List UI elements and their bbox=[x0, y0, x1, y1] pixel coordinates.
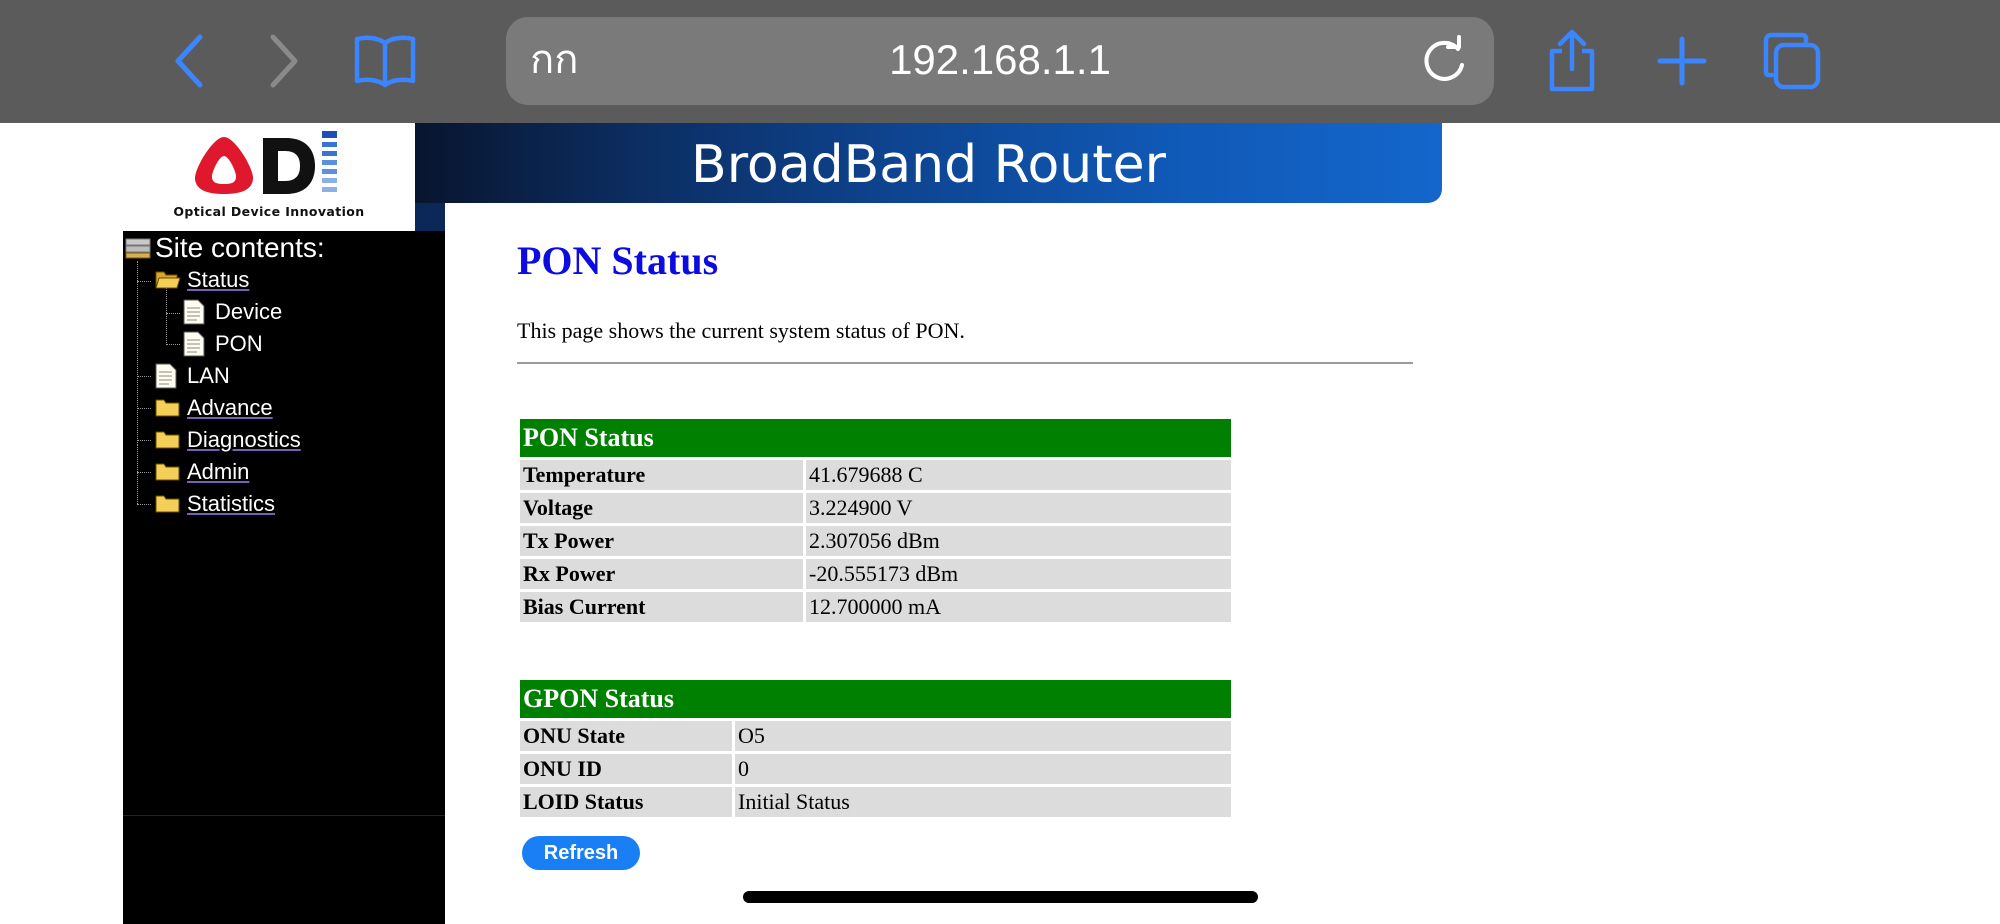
banner-corner-cutout bbox=[445, 203, 485, 233]
back-icon[interactable] bbox=[157, 28, 223, 94]
table-row: LOID Status Initial Status bbox=[520, 787, 1231, 817]
row-label: ONU ID bbox=[520, 754, 732, 784]
main-content: PON Status This page shows the current s… bbox=[445, 231, 1445, 924]
table-row: ONU ID 0 bbox=[520, 754, 1231, 784]
home-indicator[interactable] bbox=[743, 891, 1258, 903]
row-label: Voltage bbox=[520, 493, 803, 523]
sidebar-item-label[interactable]: Statistics bbox=[187, 490, 275, 518]
folder-icon bbox=[155, 399, 180, 417]
site-root-icon bbox=[125, 238, 151, 259]
tree-line bbox=[166, 344, 180, 345]
router-banner: BroadBand Router bbox=[415, 123, 1442, 203]
divider bbox=[517, 362, 1413, 364]
row-label: LOID Status bbox=[520, 787, 732, 817]
sidebar-item-label[interactable]: Diagnostics bbox=[187, 426, 301, 454]
row-value: 12.700000 mA bbox=[806, 592, 1231, 622]
sidebar-item-label[interactable]: Status bbox=[187, 266, 249, 294]
logo-caption: Optical Device Innovation bbox=[173, 204, 365, 219]
address-bar[interactable]: กก 192.168.1.1 bbox=[506, 17, 1494, 105]
tree-line bbox=[137, 261, 138, 445]
pon-status-table: PON Status Temperature 41.679688 C Voltag… bbox=[517, 416, 1234, 625]
page-icon bbox=[183, 331, 205, 357]
table-row: Bias Current 12.700000 mA bbox=[520, 592, 1231, 622]
row-value: -20.555173 dBm bbox=[806, 559, 1231, 589]
row-label: ONU State bbox=[520, 721, 732, 751]
tree-line bbox=[137, 445, 138, 504]
sidebar-title: Site contents: bbox=[155, 232, 325, 263]
tree-line bbox=[137, 281, 151, 282]
odi-logo: Optical Device Innovation bbox=[123, 123, 415, 231]
page-icon bbox=[183, 299, 205, 325]
row-label: Tx Power bbox=[520, 526, 803, 556]
page-title: PON Status bbox=[517, 238, 719, 283]
tree-line bbox=[166, 287, 167, 343]
refresh-button[interactable]: Refresh bbox=[522, 836, 640, 870]
row-value: 0 bbox=[735, 754, 1231, 784]
table-title: GPON Status bbox=[520, 680, 1231, 718]
sidebar-item-label[interactable]: PON bbox=[215, 330, 263, 358]
sidebar-divider bbox=[123, 815, 445, 816]
row-label: Temperature bbox=[520, 460, 803, 490]
gpon-status-table: GPON Status ONU State O5 ONU ID 0 LOID Sta… bbox=[517, 677, 1234, 820]
row-value: O5 bbox=[735, 721, 1231, 751]
row-label: Bias Current bbox=[520, 592, 803, 622]
folder-icon bbox=[155, 463, 180, 481]
row-value: 41.679688 C bbox=[806, 460, 1231, 490]
site-contents-sidebar: Site contents: Status Device PON LAN Adv… bbox=[123, 231, 445, 924]
tree-line bbox=[166, 313, 180, 314]
url-text[interactable]: 192.168.1.1 bbox=[506, 35, 1494, 85]
sidebar-item-label[interactable]: Device bbox=[215, 298, 282, 326]
odi-logo-mark bbox=[194, 131, 337, 194]
sidebar-item-label[interactable]: Admin bbox=[187, 458, 249, 486]
table-row: ONU State O5 bbox=[520, 721, 1231, 751]
browser-toolbar: กก 192.168.1.1 bbox=[0, 0, 2000, 123]
sidebar-item-label[interactable]: Advance bbox=[187, 394, 273, 422]
tree-line bbox=[137, 440, 151, 441]
page-description: This page shows the current system statu… bbox=[517, 318, 965, 343]
sidebar-item-label[interactable]: LAN bbox=[187, 362, 230, 390]
row-value: 3.224900 V bbox=[806, 493, 1231, 523]
tree-line bbox=[137, 376, 151, 377]
share-icon[interactable] bbox=[1539, 28, 1605, 94]
row-value: Initial Status bbox=[735, 787, 1231, 817]
tabs-icon[interactable] bbox=[1759, 28, 1825, 94]
table-row: Tx Power 2.307056 dBm bbox=[520, 526, 1231, 556]
reload-icon[interactable] bbox=[1418, 35, 1470, 87]
folder-icon bbox=[155, 495, 180, 513]
table-title: PON Status bbox=[520, 419, 1231, 457]
page-icon bbox=[155, 363, 177, 389]
forward-icon[interactable] bbox=[250, 28, 316, 94]
folder-open-icon bbox=[155, 271, 181, 289]
row-label: Rx Power bbox=[520, 559, 803, 589]
folder-icon bbox=[155, 431, 180, 449]
bookmarks-icon[interactable] bbox=[349, 28, 421, 94]
tree-line bbox=[137, 472, 151, 473]
new-tab-icon[interactable] bbox=[1649, 28, 1715, 94]
tree-line bbox=[137, 408, 151, 409]
table-row: Rx Power -20.555173 dBm bbox=[520, 559, 1231, 589]
table-row: Temperature 41.679688 C bbox=[520, 460, 1231, 490]
table-row: Voltage 3.224900 V bbox=[520, 493, 1231, 523]
banner-corner bbox=[415, 203, 445, 233]
row-value: 2.307056 dBm bbox=[806, 526, 1231, 556]
tree-line bbox=[137, 504, 151, 505]
banner-title: BroadBand Router bbox=[691, 135, 1166, 195]
